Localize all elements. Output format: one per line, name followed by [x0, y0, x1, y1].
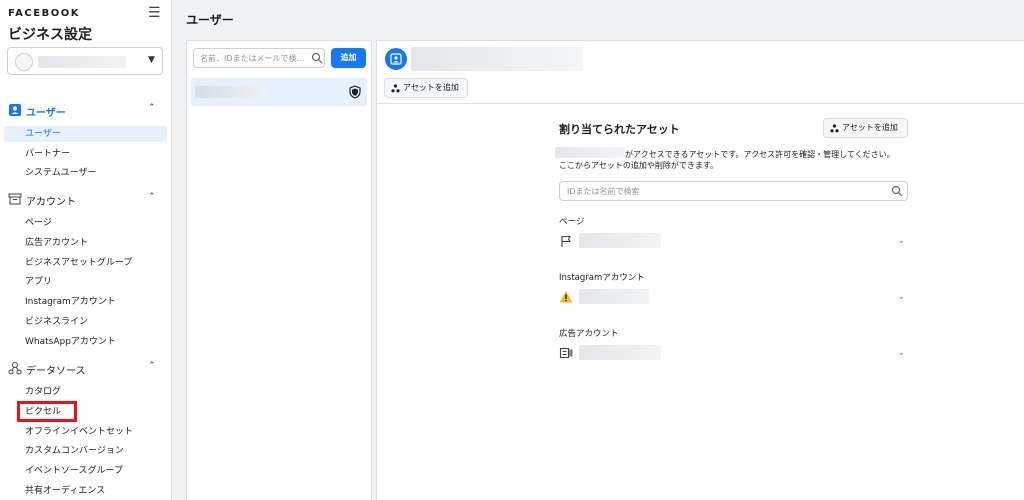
- chevron-down-icon[interactable]: ⌄: [898, 236, 905, 245]
- sidebar-item-users[interactable]: ユーザー: [4, 126, 167, 142]
- users-list-panel: 名前、IDまたはメールで検… 追加: [186, 40, 372, 500]
- sidebar-item-apps[interactable]: アプリ: [25, 274, 52, 290]
- sidebar-item-whatsapp-accounts[interactable]: WhatsAppアカウント: [25, 334, 116, 350]
- page-title: ユーザー: [186, 13, 234, 27]
- hamburger-menu-icon[interactable]: ☰: [148, 5, 161, 21]
- warning-icon: [559, 291, 573, 303]
- asset-search-input[interactable]: IDまたは名前で検索: [559, 181, 908, 201]
- asset-name-redacted: [579, 345, 661, 360]
- caret-down-icon: ▼: [148, 55, 155, 65]
- business-avatar: [15, 53, 33, 71]
- user-badge-icon: [390, 53, 402, 65]
- asset-name-redacted: [579, 289, 649, 304]
- sidebar-section-label: アカウント: [26, 197, 76, 208]
- sidebar-item-shared-audiences[interactable]: 共有オーディエンス: [25, 483, 105, 499]
- asset-group-label-instagram: Instagramアカウント: [559, 273, 645, 283]
- sidebar-item-lines-of-business[interactable]: ビジネスライン: [25, 314, 88, 330]
- search-placeholder: 名前、IDまたはメールで検…: [200, 54, 305, 63]
- add-asset-button[interactable]: アセットを追加: [384, 78, 468, 98]
- search-icon: [311, 52, 323, 64]
- sidebar-section-users[interactable]: ユーザー ⌃: [8, 101, 164, 119]
- asset-group-label-ad-accounts: 広告アカウント: [559, 329, 619, 339]
- user-name-redacted: [555, 147, 625, 158]
- sidebar-section-accounts[interactable]: アカウント ⌃: [8, 190, 164, 208]
- user-name-redacted: [411, 47, 583, 71]
- sidebar-item-custom-conversions[interactable]: カスタムコンバージョン: [25, 443, 124, 459]
- sidebar-item-system-users[interactable]: システムユーザー: [25, 165, 97, 181]
- sidebar: FACEBOOK ☰ ビジネス設定 ▼ ユーザー ⌃ ユーザー パートナー シス…: [0, 0, 172, 500]
- assigned-assets-title: 割り当てられたアセット: [559, 123, 680, 136]
- asset-row-page[interactable]: ⌄: [559, 232, 908, 250]
- asset-row-ad-account[interactable]: ⌄: [559, 344, 908, 362]
- sidebar-item-event-source-groups[interactable]: イベントソースグループ: [25, 463, 123, 479]
- add-asset-label: アセットを追加: [403, 83, 459, 92]
- pixel-highlight-box: [17, 401, 77, 422]
- admin-shield-icon: [349, 85, 361, 99]
- user-search-input[interactable]: 名前、IDまたはメールで検…: [193, 48, 325, 68]
- assets-icon: [391, 84, 400, 93]
- chevron-up-icon: ⌃: [148, 361, 156, 371]
- chevron-down-icon[interactable]: ⌄: [898, 348, 905, 357]
- sidebar-item-offline-event-sets[interactable]: オフラインイベントセット: [25, 424, 133, 440]
- assets-add-label: アセットを追加: [842, 123, 898, 132]
- sidebar-title: ビジネス設定: [8, 27, 92, 43]
- chevron-up-icon: ⌃: [148, 103, 156, 113]
- sidebar-item-catalogs[interactable]: カタログ: [25, 384, 61, 400]
- sidebar-section-data-sources[interactable]: データソース ⌃: [8, 359, 164, 377]
- sidebar-item-business-asset-groups[interactable]: ビジネスアセットグループ: [25, 255, 132, 271]
- avatar: [385, 48, 407, 70]
- archive-icon: [8, 193, 22, 205]
- chevron-up-icon: ⌃: [148, 192, 156, 202]
- user-badge-icon: [9, 104, 21, 116]
- asset-row-instagram[interactable]: ⌄: [559, 288, 908, 306]
- search-placeholder: IDまたは名前で検索: [567, 187, 640, 196]
- user-name-redacted: [195, 86, 267, 98]
- assets-icon: [830, 124, 839, 133]
- business-account-selector[interactable]: ▼: [7, 47, 163, 75]
- chevron-down-icon[interactable]: ⌄: [898, 292, 905, 301]
- search-icon: [891, 185, 903, 197]
- ad-account-icon: [559, 347, 573, 359]
- assets-add-button[interactable]: アセットを追加: [823, 118, 908, 138]
- sidebar-item-pages[interactable]: ページ: [25, 215, 52, 231]
- user-detail-panel: アセットを追加 割り当てられたアセット アセットを追加 がアクセスできるアセット…: [376, 40, 1024, 500]
- asset-name-redacted: [579, 233, 661, 248]
- asset-group-label-pages: ページ: [559, 217, 585, 227]
- sidebar-item-partners[interactable]: パートナー: [25, 146, 70, 162]
- add-user-button[interactable]: 追加: [331, 48, 366, 68]
- sidebar-section-label: ユーザー: [26, 108, 66, 119]
- sidebar-item-ad-accounts[interactable]: 広告アカウント: [25, 235, 88, 251]
- data-sources-icon: [8, 362, 22, 375]
- user-detail-header: アセットを追加: [377, 41, 1024, 104]
- assets-description-2: ここからアセットの追加や削除ができます。: [559, 161, 719, 170]
- flag-icon: [561, 235, 571, 247]
- business-name-redacted: [38, 56, 126, 68]
- list-item[interactable]: [191, 78, 367, 106]
- brand-logo: FACEBOOK: [8, 8, 80, 19]
- assets-description: がアクセスできるアセットです。アクセス許可を確認・管理してください。: [625, 150, 895, 159]
- sidebar-item-instagram-accounts[interactable]: Instagramアカウント: [25, 294, 116, 310]
- sidebar-section-label: データソース: [26, 366, 86, 377]
